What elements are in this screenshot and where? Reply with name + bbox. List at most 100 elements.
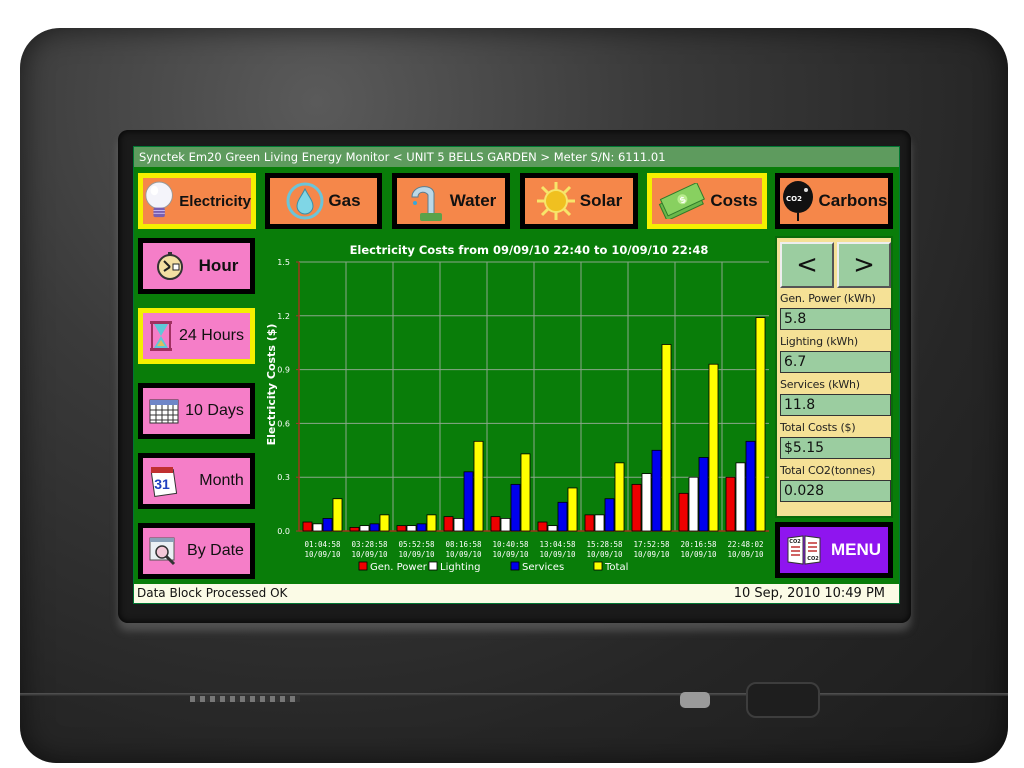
y-tick-label: 0.3	[277, 473, 290, 482]
bar-gen-power	[631, 483, 642, 532]
bar-services	[698, 457, 709, 532]
stopwatch-icon	[156, 252, 183, 280]
menu-button[interactable]: CO2 CO2 MENU	[775, 522, 893, 578]
bar-total	[473, 440, 484, 532]
legend-swatch-gen-power	[358, 561, 368, 571]
chevron-left-icon: <	[796, 250, 818, 280]
status-datetime: 10 Sep, 2010 10:49 PM	[733, 586, 885, 601]
x-tick-label-date: 10/09/10	[304, 550, 341, 559]
gen-power-value: 5.8	[780, 308, 891, 330]
tab-carbons[interactable]: CO2 Carbons	[775, 173, 893, 229]
status-led	[680, 692, 710, 708]
tab-label: Costs	[710, 191, 758, 210]
period-button-24-hours[interactable]: 24 Hours	[138, 308, 255, 364]
bar-lighting	[500, 518, 511, 532]
period-button-month[interactable]: 31 Month	[138, 453, 255, 509]
lighting-value: 6.7	[780, 351, 891, 373]
bar-services	[557, 501, 568, 532]
bar-lighting	[735, 462, 746, 532]
bar-total	[567, 487, 578, 532]
period-label: 24 Hours	[179, 327, 244, 344]
y-tick-label: 0.0	[277, 527, 290, 536]
period-label: Hour	[198, 256, 239, 275]
legend-label-services: Services	[522, 562, 564, 573]
tab-label: Water	[449, 191, 497, 210]
hardware-button[interactable]	[746, 682, 820, 718]
period-label: Month	[199, 472, 244, 489]
bar-services	[510, 483, 521, 532]
bar-services	[369, 523, 380, 532]
bar-services	[416, 523, 427, 532]
tab-electricity[interactable]: Electricity	[138, 173, 256, 229]
tab-label: Electricity	[179, 192, 251, 210]
tab-water[interactable]: Water	[392, 173, 510, 229]
tab-costs[interactable]: $ Costs	[647, 173, 767, 229]
bar-total	[379, 514, 390, 532]
total-co2-label: Total CO2(tonnes)	[780, 464, 876, 477]
y-axis-label: Electricity Costs ($)	[265, 324, 278, 446]
y-tick-label: 0.6	[277, 419, 290, 428]
bar-services	[463, 471, 474, 532]
bar-gen-power	[490, 516, 501, 532]
x-tick-label-date: 10/09/10	[492, 550, 529, 559]
bar-total	[755, 317, 766, 532]
bar-lighting	[641, 473, 652, 532]
status-bar: Data Block Processed OK 10 Sep, 2010 10:…	[134, 584, 899, 603]
y-tick-label: 1.2	[277, 312, 290, 321]
light-bulb-icon	[145, 181, 173, 218]
bezel-seam	[20, 693, 1008, 696]
bar-gen-power	[537, 521, 548, 532]
next-button[interactable]: >	[837, 242, 891, 288]
lighting-label: Lighting (kWh)	[780, 335, 858, 348]
total-co2-value: 0.028	[780, 480, 891, 502]
bar-gen-power	[396, 525, 407, 532]
x-tick-label-date: 10/09/10	[680, 550, 717, 559]
x-tick-label-date: 10/09/10	[633, 550, 670, 559]
bar-services	[651, 449, 662, 532]
bar-total	[426, 514, 437, 532]
period-button-hour[interactable]: Hour	[138, 238, 255, 294]
legend-swatch-total	[593, 561, 603, 571]
calendar-icon	[149, 399, 179, 424]
calendar-search-icon	[149, 537, 176, 566]
legend-swatch-lighting	[428, 561, 438, 571]
x-tick-label-time: 01:04:58	[304, 540, 341, 549]
x-tick-label-date: 10/09/10	[727, 550, 764, 559]
bar-lighting	[359, 525, 370, 532]
legend-swatch-services	[510, 561, 520, 571]
gen-power-label: Gen. Power (kWh)	[780, 292, 876, 305]
x-tick-label-time: 20:16:58	[680, 540, 717, 549]
x-tick-label-date: 10/09/10	[351, 550, 388, 559]
x-tick-label-time: 05:52:58	[398, 540, 435, 549]
bar-total	[332, 498, 343, 532]
total-costs-value: $5.15	[780, 437, 891, 459]
sun-icon	[536, 182, 575, 220]
bar-services	[604, 498, 615, 532]
x-tick-label-date: 10/09/10	[539, 550, 576, 559]
bar-gen-power	[678, 492, 689, 532]
bar-gen-power	[725, 476, 736, 532]
y-tick-label: 1.5	[277, 258, 290, 267]
co2-book-icon: CO2 CO2	[787, 535, 821, 565]
tab-gas[interactable]: Gas	[265, 173, 382, 229]
tab-label: Solar	[579, 191, 623, 210]
previous-button[interactable]: <	[780, 242, 834, 288]
bar-gen-power	[302, 521, 313, 532]
period-button-10-days[interactable]: 10 Days	[138, 383, 255, 439]
money-icon: $	[659, 183, 706, 219]
bar-services	[745, 440, 756, 532]
tear-off-calendar-icon: 31	[151, 467, 178, 497]
bar-total	[708, 363, 719, 532]
bar-services	[322, 518, 333, 532]
period-button-by-date[interactable]: By Date	[138, 523, 255, 579]
svg-text:CO2: CO2	[786, 195, 802, 203]
touch-screen: Synctek Em20 Green Living Energy Monitor…	[133, 146, 900, 604]
tab-solar[interactable]: Solar	[520, 173, 638, 229]
bar-gen-power	[349, 527, 360, 532]
bar-lighting	[453, 518, 464, 532]
window-title: Synctek Em20 Green Living Energy Monitor…	[134, 147, 899, 167]
legend-label-gen-power: Gen. Power	[370, 562, 428, 573]
readings-panel: < > Gen. Power (kWh) 5.8 Lighting (kWh) …	[775, 236, 893, 518]
water-tap-icon	[411, 186, 442, 221]
x-tick-label-date: 10/09/10	[445, 550, 482, 559]
